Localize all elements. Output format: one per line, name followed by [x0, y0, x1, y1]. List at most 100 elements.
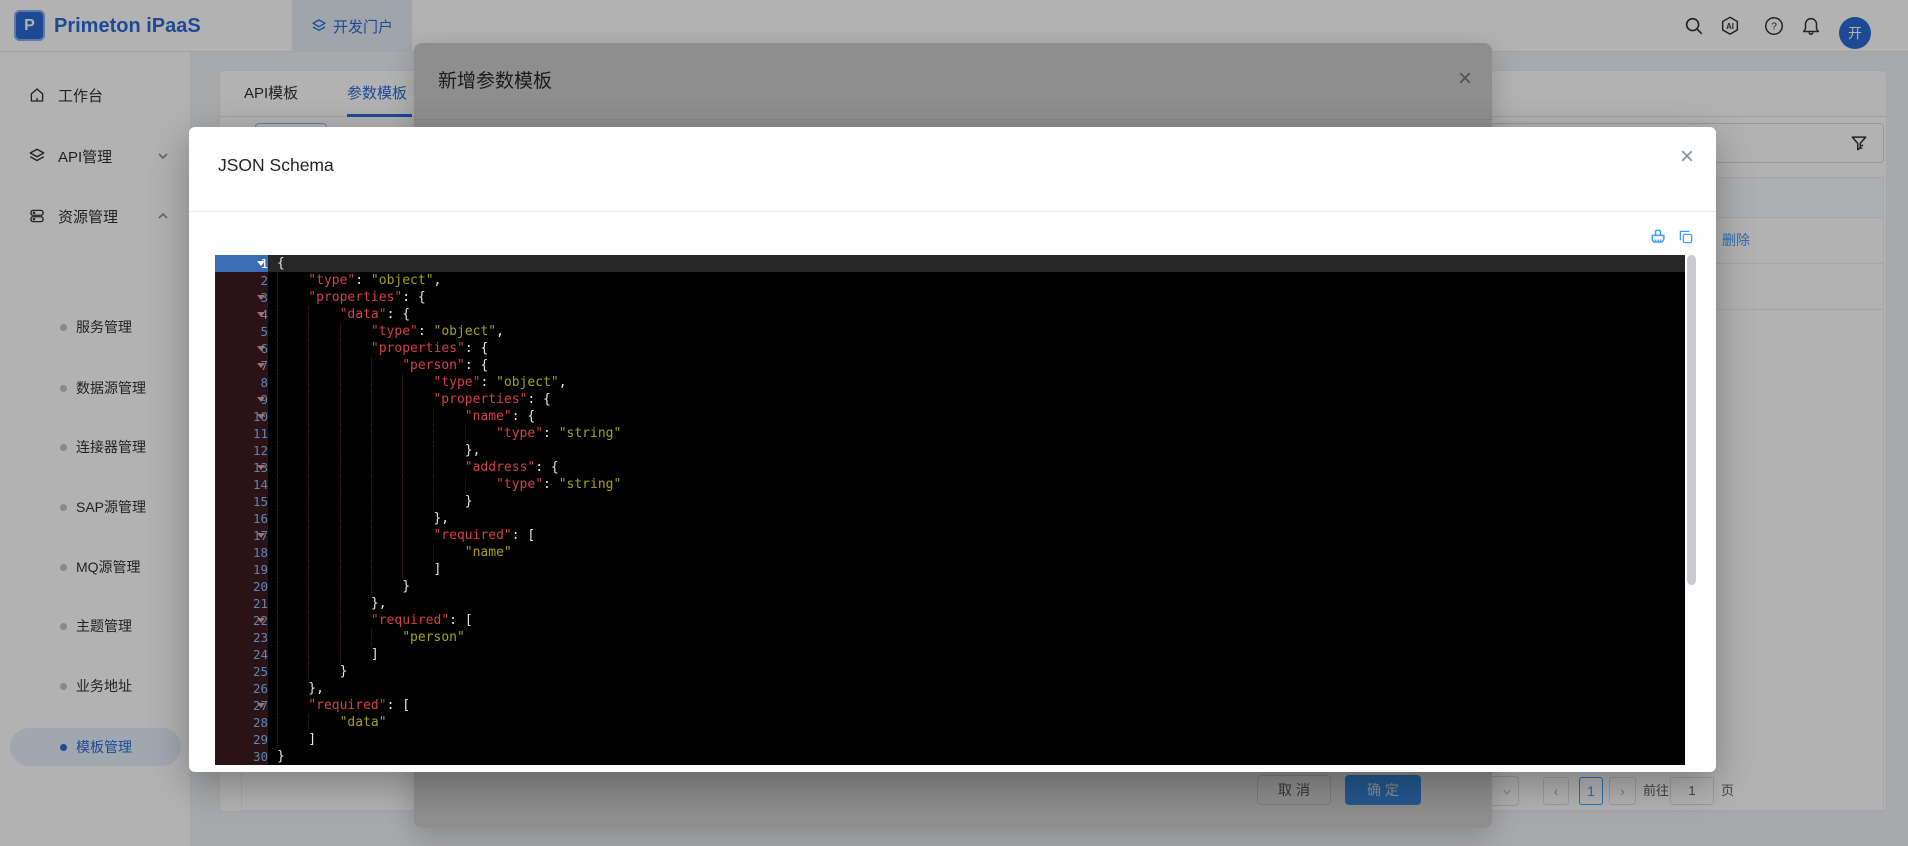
format-brush-icon[interactable] [1648, 227, 1668, 247]
code-line[interactable]: 4"data": { [215, 306, 1685, 323]
code-line[interactable]: 27"required": [ [215, 697, 1685, 714]
line-number[interactable]: 10 [215, 408, 268, 425]
code-line[interactable]: 17"required": [ [215, 527, 1685, 544]
code-line[interactable]: 13"address": { [215, 459, 1685, 476]
line-number[interactable]: 2 [215, 272, 268, 289]
line-number[interactable]: 27 [215, 697, 268, 714]
indent-guide [308, 527, 339, 544]
line-number[interactable]: 26 [215, 680, 268, 697]
line-number[interactable]: 1 [215, 255, 268, 272]
fold-arrow-icon[interactable] [257, 414, 265, 419]
line-number[interactable]: 9 [215, 391, 268, 408]
indent-guide [371, 476, 402, 493]
copy-icon[interactable] [1677, 228, 1697, 248]
line-number[interactable]: 4 [215, 306, 268, 323]
code-line[interactable]: 18"name" [215, 544, 1685, 561]
line-number[interactable]: 13 [215, 459, 268, 476]
fold-arrow-icon[interactable] [257, 703, 265, 708]
indent-guide [340, 425, 371, 442]
code-line[interactable]: 1{ [215, 255, 1685, 272]
indent-guide [277, 493, 308, 510]
indent-guide [340, 408, 371, 425]
code-line[interactable]: 6"properties": { [215, 340, 1685, 357]
line-number[interactable]: 6 [215, 340, 268, 357]
indent-guide [433, 442, 464, 459]
modal-header: JSON Schema × [189, 127, 1716, 212]
indent-guide [308, 612, 339, 629]
code-line[interactable]: 30} [215, 748, 1685, 765]
fold-arrow-icon[interactable] [257, 295, 265, 300]
indent-guide [277, 527, 308, 544]
code-line[interactable]: 8"type": "object", [215, 374, 1685, 391]
fold-arrow-icon[interactable] [257, 261, 265, 266]
indent-guide [277, 510, 308, 527]
indent-guide [277, 289, 308, 306]
line-number[interactable]: 21 [215, 595, 268, 612]
indent-guide [340, 595, 371, 612]
fold-arrow-icon[interactable] [257, 618, 265, 623]
code-editor[interactable]: 1{2"type": "object",3"properties": {4"da… [215, 255, 1685, 765]
line-number[interactable]: 8 [215, 374, 268, 391]
line-number[interactable]: 12 [215, 442, 268, 459]
fold-arrow-icon[interactable] [257, 346, 265, 351]
indent-guide [308, 391, 339, 408]
fold-arrow-icon[interactable] [257, 312, 265, 317]
code-line[interactable]: 29] [215, 731, 1685, 748]
line-number[interactable]: 24 [215, 646, 268, 663]
indent-guide [308, 374, 339, 391]
code-line[interactable]: 16}, [215, 510, 1685, 527]
fold-arrow-icon[interactable] [257, 533, 265, 538]
fold-arrow-icon[interactable] [257, 465, 265, 470]
fold-arrow-icon[interactable] [257, 363, 265, 368]
indent-guide [277, 306, 308, 323]
code-line[interactable]: 11"type": "string" [215, 425, 1685, 442]
indent-guide [340, 323, 371, 340]
indent-guide [277, 680, 308, 697]
indent-guide [402, 374, 433, 391]
indent-guide [277, 323, 308, 340]
line-number[interactable]: 15 [215, 493, 268, 510]
line-number[interactable]: 19 [215, 561, 268, 578]
code-line[interactable]: 25} [215, 663, 1685, 680]
close-icon[interactable]: × [1680, 145, 1694, 169]
fold-arrow-icon[interactable] [257, 397, 265, 402]
code-line[interactable]: 19] [215, 561, 1685, 578]
line-number[interactable]: 22 [215, 612, 268, 629]
indent-guide [308, 476, 339, 493]
code-line[interactable]: 15} [215, 493, 1685, 510]
code-line[interactable]: 12}, [215, 442, 1685, 459]
line-number[interactable]: 14 [215, 476, 268, 493]
indent-guide [277, 697, 308, 714]
code-line[interactable]: 2"type": "object", [215, 272, 1685, 289]
code-line-text: } [268, 663, 1685, 680]
code-line[interactable]: 24] [215, 646, 1685, 663]
line-number[interactable]: 25 [215, 663, 268, 680]
code-line[interactable]: 9"properties": { [215, 391, 1685, 408]
code-line[interactable]: 3"properties": { [215, 289, 1685, 306]
line-number[interactable]: 5 [215, 323, 268, 340]
line-number[interactable]: 28 [215, 714, 268, 731]
line-number[interactable]: 11 [215, 425, 268, 442]
line-number[interactable]: 23 [215, 629, 268, 646]
line-number[interactable]: 18 [215, 544, 268, 561]
editor-scrollbar[interactable] [1687, 255, 1696, 585]
code-line[interactable]: 22"required": [ [215, 612, 1685, 629]
code-line[interactable]: 5"type": "object", [215, 323, 1685, 340]
line-number[interactable]: 3 [215, 289, 268, 306]
line-number[interactable]: 17 [215, 527, 268, 544]
code-line[interactable]: 20} [215, 578, 1685, 595]
line-number[interactable]: 30 [215, 748, 268, 765]
code-line[interactable]: 21}, [215, 595, 1685, 612]
code-line[interactable]: 28"data" [215, 714, 1685, 731]
line-number[interactable]: 20 [215, 578, 268, 595]
code-line[interactable]: 26}, [215, 680, 1685, 697]
indent-guide [277, 442, 308, 459]
line-number[interactable]: 16 [215, 510, 268, 527]
code-line[interactable]: 23"person" [215, 629, 1685, 646]
code-line[interactable]: 10"name": { [215, 408, 1685, 425]
code-line[interactable]: 14"type": "string" [215, 476, 1685, 493]
indent-guide [308, 714, 339, 731]
code-line[interactable]: 7"person": { [215, 357, 1685, 374]
line-number[interactable]: 7 [215, 357, 268, 374]
line-number[interactable]: 29 [215, 731, 268, 748]
